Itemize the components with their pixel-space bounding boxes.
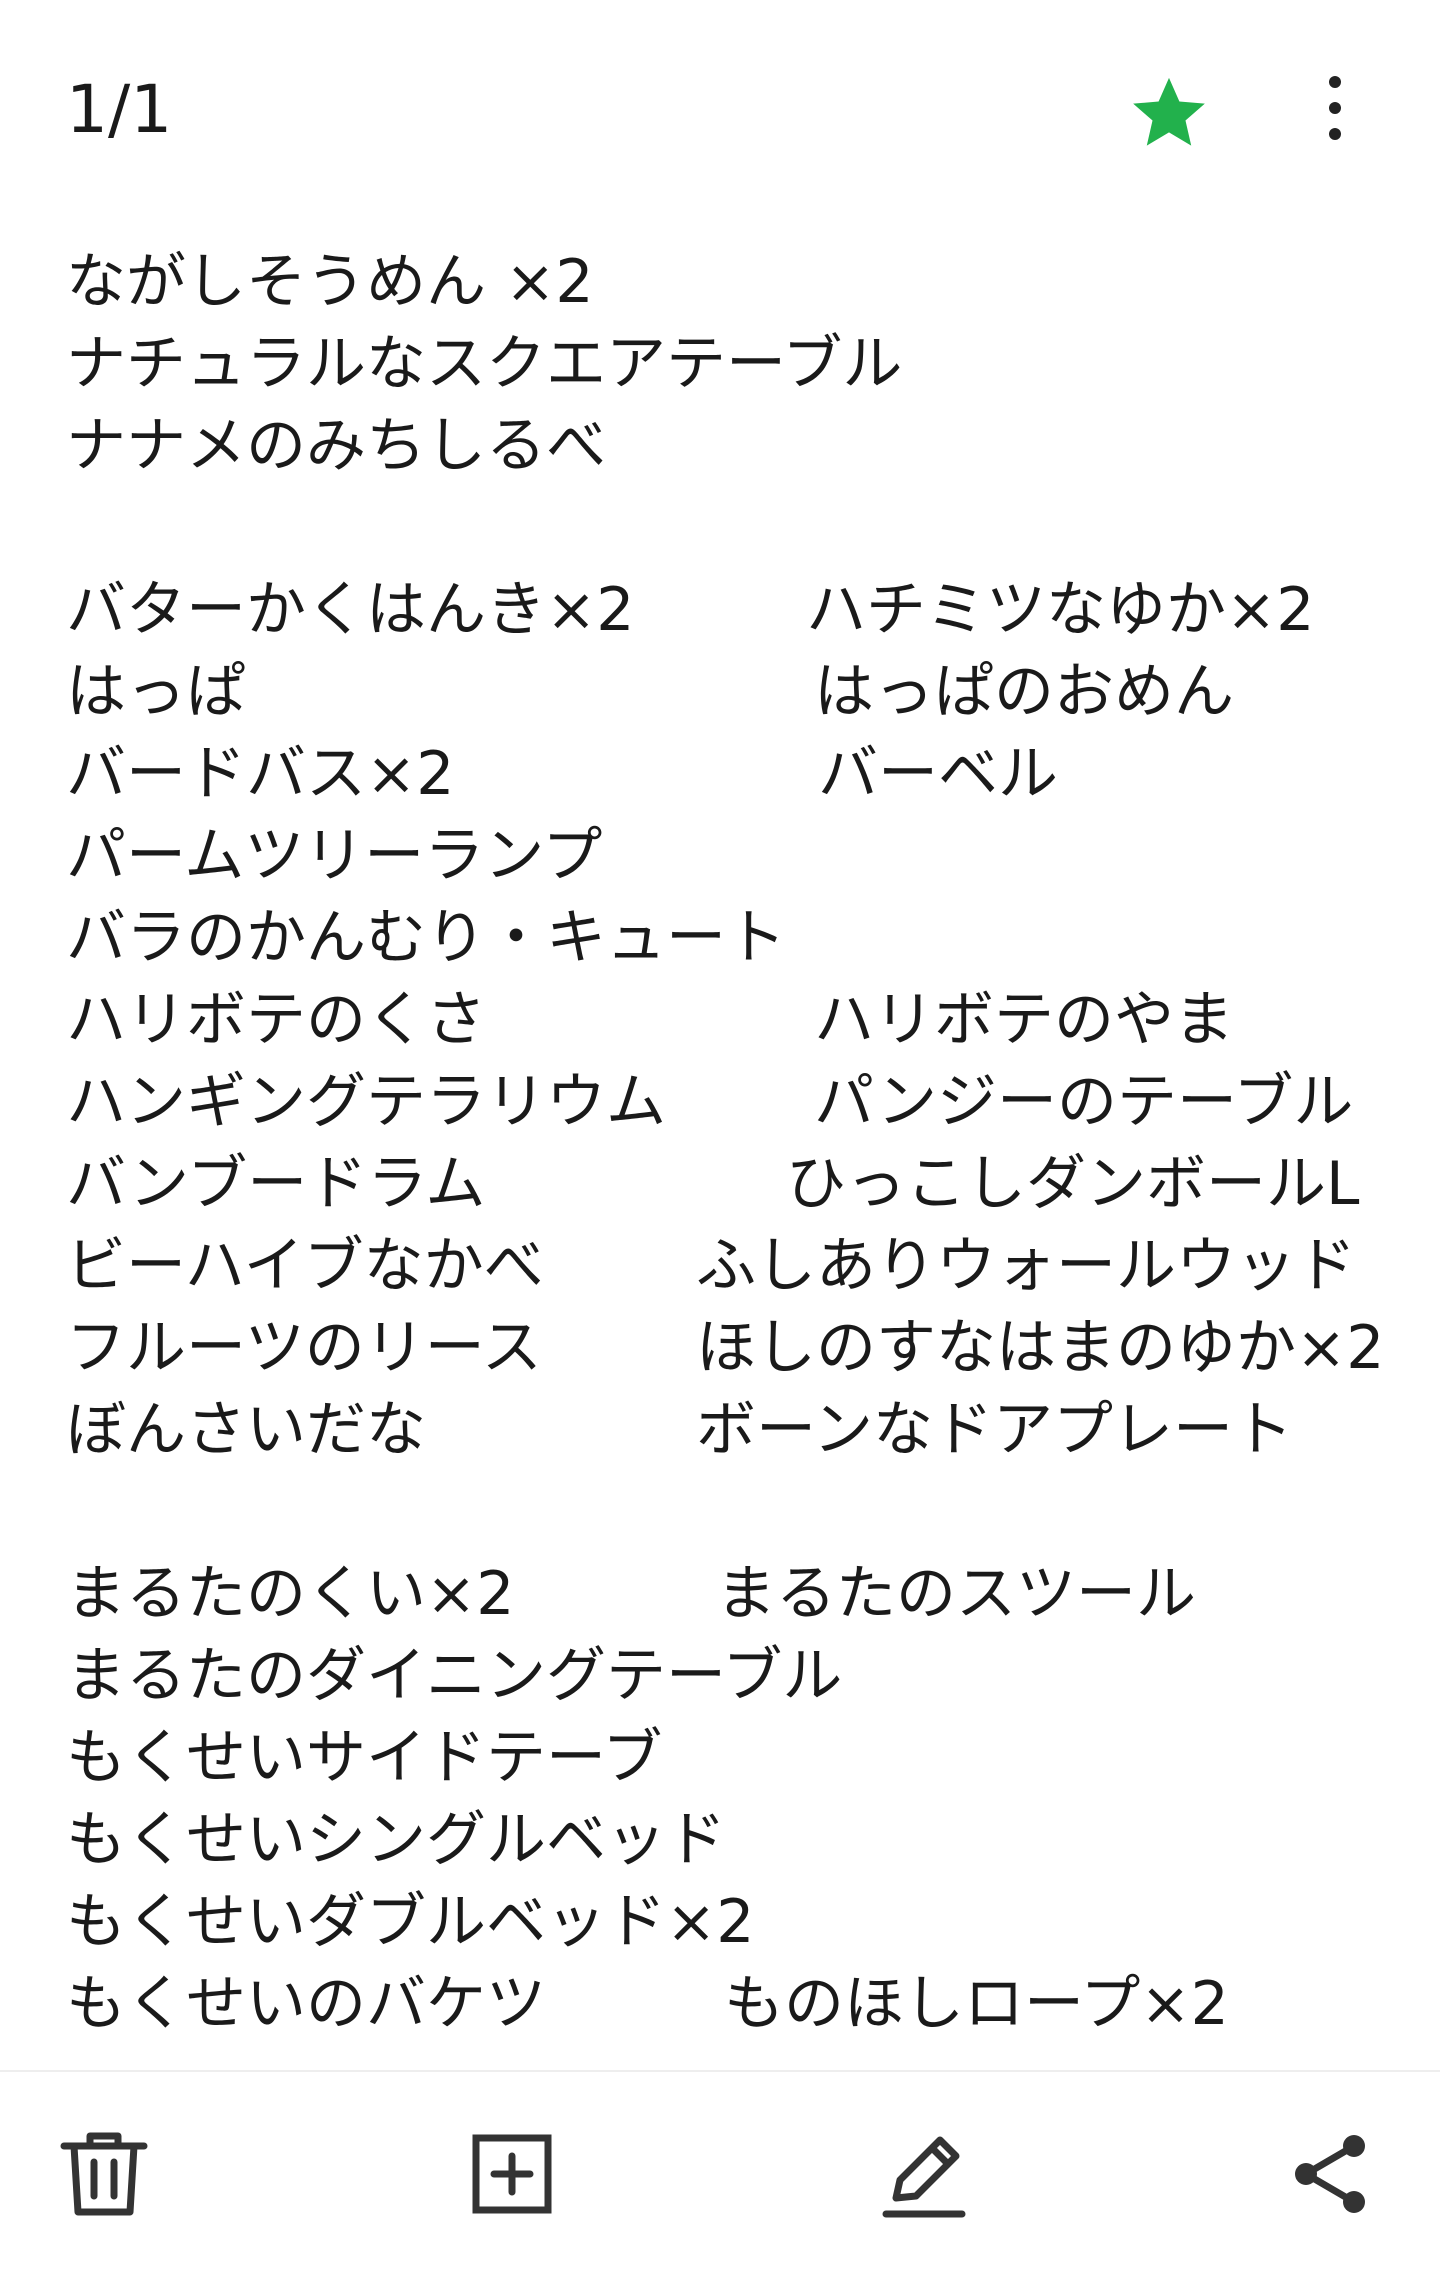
note-line-text: ナナメのみちしるべ (66, 411, 606, 481)
note-line-text-right: バーベル (818, 739, 1058, 809)
note-line: バラのかんむり・キュート (0, 896, 1440, 980)
note-line-text-right: まるたのスツール (716, 1559, 1196, 1629)
note-line-text: バターかくはんき×2 (66, 575, 635, 645)
note-line: もくせいシングルベッド (0, 1798, 1440, 1882)
note-content[interactable]: ながしそうめん ×2 ナチュラルなスクエアテーブル ナナメのみちしるべ バターか… (0, 240, 1440, 2060)
note-line: もくせいサイドテーブ (0, 1716, 1440, 1800)
note-line: もくせいダブルベッド×2 (0, 1880, 1440, 1964)
note-line-text: バンブードラム (66, 1149, 486, 1219)
note-line-text-right: ハリボテのやま (814, 985, 1234, 1055)
note-line-text: フルーツのリース (66, 1313, 542, 1383)
header-bar: 1/1 (0, 0, 1440, 220)
note-line: バンブードラム ひっこしダンボールL (0, 1142, 1440, 1226)
note-line-text-right: ひっこしダンボールL (786, 1149, 1360, 1219)
note-line: フルーツのリース ほしのすなはまのゆか×2 (0, 1306, 1440, 1390)
delete-button[interactable] (54, 2124, 154, 2224)
note-line-text-right: ハチミツなゆか×2 (806, 575, 1315, 645)
note-line: ながしそうめん ×2 (0, 240, 1440, 324)
pencil-icon (882, 2136, 966, 2218)
note-line-text-right: ボーンなドアプレート (696, 1395, 1293, 1465)
note-line-text: もくせいダブルベッド×2 (66, 1887, 755, 1957)
note-line: ナチュラルなスクエアテーブル (0, 322, 1440, 406)
note-line: まるたのくい×2 まるたのスツール (0, 1552, 1440, 1636)
note-line: ビーハイブなかべ ふしありウォールウッド (0, 1224, 1440, 1308)
note-line: もくせいのバケツ ものほしロープ×2 (0, 1962, 1440, 2046)
page-indicator: 1/1 (66, 71, 173, 148)
note-line-text-right: パンジーのテーブル (814, 1067, 1354, 1137)
note-line-text-right: ものほしロープ×2 (724, 1969, 1229, 2039)
note-line-text: ナチュラルなスクエアテーブル (66, 329, 903, 399)
more-vertical-icon (1329, 76, 1341, 140)
star-icon (1133, 77, 1205, 146)
note-line: バードバス×2 バーベル (0, 732, 1440, 816)
note-line-text: まるたのダイニングテーブル (66, 1641, 843, 1711)
note-line: ハンギングテラリウム パンジーのテーブル (0, 1060, 1440, 1144)
favorite-star-button[interactable] (1126, 70, 1212, 156)
note-line-text: ながしそうめん ×2 (66, 247, 594, 317)
share-icon (1295, 2135, 1365, 2213)
note-line: まるたのダイニングテーブル (0, 1634, 1440, 1718)
edit-button[interactable] (874, 2124, 974, 2224)
note-line: ぼんさいだな ボーンなドアプレート (0, 1388, 1440, 1472)
note-line-text: バラのかんむり・キュート (66, 903, 786, 973)
more-options-button[interactable] (1300, 68, 1370, 148)
note-line: バターかくはんき×2 ハチミツなゆか×2 (0, 568, 1440, 652)
note-line-text: もくせいシングルベッド (66, 1805, 726, 1875)
note-line-text: ハンギングテラリウム (66, 1067, 666, 1137)
note-line-text: パームツリーランプ (66, 821, 603, 891)
note-line-text: もくせいのバケツ (66, 1969, 546, 2039)
note-line-text: もくせいサイドテーブ (66, 1723, 663, 1793)
note-line-text-right: ふしありウォールウッド (696, 1231, 1356, 1301)
note-line: ナナメのみちしるべ (0, 404, 1440, 488)
note-line: はっぱ はっぱのおめん (0, 650, 1440, 734)
note-line-text-right: ほしのすなはまのゆか×2 (696, 1313, 1385, 1383)
note-line-text: ビーハイブなかべ (66, 1231, 544, 1301)
note-line-text: ハリボテのくさ (66, 985, 486, 1055)
note-line-text: バードバス×2 (66, 739, 455, 809)
note-line-text: はっぱ (66, 657, 246, 727)
trash-icon (60, 2132, 148, 2216)
note-line-text: まるたのくい×2 (66, 1559, 515, 1629)
note-line-text-right: はっぱのおめん (814, 657, 1234, 727)
share-button[interactable] (1280, 2124, 1380, 2224)
bottom-toolbar (0, 2070, 1440, 2274)
note-line-text: ぼんさいだな (66, 1395, 426, 1465)
note-line: ハリボテのくさ ハリボテのやま (0, 978, 1440, 1062)
add-button[interactable] (462, 2124, 562, 2224)
add-box-icon (472, 2134, 552, 2214)
note-line: パームツリーランプ (0, 814, 1440, 898)
